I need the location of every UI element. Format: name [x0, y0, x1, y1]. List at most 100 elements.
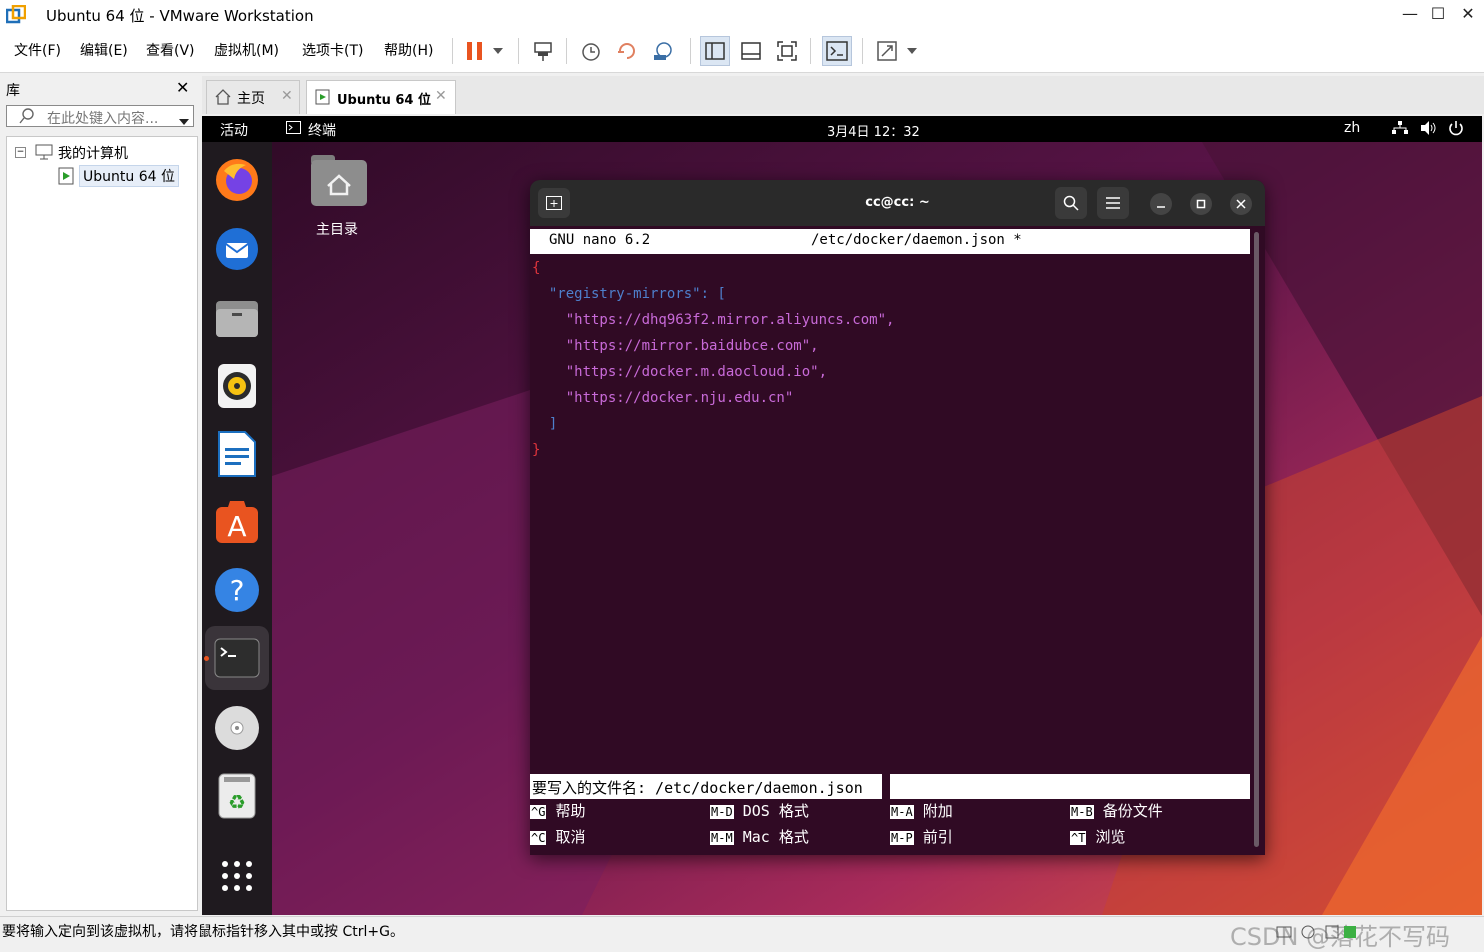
code-line: ] [532, 416, 558, 432]
code-line: "https://mirror.baidubce.com", [532, 338, 819, 354]
collapse-icon[interactable]: − [15, 147, 26, 158]
terminal-icon[interactable] [213, 634, 261, 682]
thunderbird-icon[interactable] [213, 225, 261, 273]
app-menu-label[interactable]: 终端 [308, 120, 336, 140]
power-icon[interactable] [1448, 120, 1464, 140]
nano-prompt-bar[interactable]: 要写入的文件名: /etc/docker/daemon.json [530, 774, 1250, 799]
menu-toolbar: 文件(F) 编辑(E) 查看(V) 虚拟机(M) 选项卡(T) 帮助(H) [0, 30, 1484, 73]
trash-icon[interactable]: ♻ [213, 772, 261, 820]
tree-item-my-computer[interactable]: 我的计算机 [58, 143, 128, 163]
tab-home-label: 主页 [237, 91, 265, 107]
tab-home[interactable]: 主页 ✕ [206, 80, 300, 114]
library-search-input[interactable]: 在此处键入内容... [6, 105, 194, 127]
menu-view[interactable]: 查看(V) [146, 40, 195, 60]
terminal-headerbar: cc@cc: ~ [530, 180, 1265, 226]
minimize-icon[interactable] [1150, 193, 1172, 215]
terminal-scrollbar[interactable] [1254, 232, 1259, 847]
tree-item-ubuntu[interactable]: Ubuntu 64 位 [79, 165, 179, 187]
pause-icon[interactable] [460, 36, 490, 66]
close-icon[interactable]: ✕ [435, 88, 447, 104]
code-line: "https://docker.m.daocloud.io", [532, 364, 828, 380]
show-library-icon[interactable] [700, 36, 730, 66]
library-tree: − 我的计算机 Ubuntu 64 位 [6, 136, 198, 911]
firefox-icon[interactable] [213, 156, 261, 204]
toolbar-separator [518, 38, 519, 64]
home-folder-label[interactable]: 主目录 [316, 219, 358, 239]
menu-help[interactable]: 帮助(H) [384, 40, 433, 60]
stretch-guest-icon[interactable] [872, 36, 902, 66]
nano-title-bar: GNU nano 6.2 /etc/docker/daemon.json * [530, 229, 1250, 254]
device-status-icons[interactable] [1276, 922, 1360, 944]
svg-text:♻: ♻ [228, 790, 246, 814]
menu-vm[interactable]: 虚拟机(M) [214, 40, 279, 60]
shortcut-prepend: M-P 前引 [890, 828, 953, 846]
shortcut-dos-format: M-D DOS 格式 [710, 802, 809, 820]
close-icon[interactable] [1230, 193, 1252, 215]
chevron-down-icon[interactable] [902, 36, 922, 66]
console-view-icon[interactable] [822, 36, 852, 66]
search-icon[interactable] [1055, 187, 1087, 219]
status-bar: 要将输入定向到该虚拟机，请将鼠标指针移入其中或按 Ctrl+G。 CSDN @落… [0, 916, 1484, 951]
chevron-down-icon[interactable] [179, 113, 189, 129]
home-folder-icon[interactable] [310, 154, 368, 212]
menu-tabs[interactable]: 选项卡(T) [302, 40, 363, 60]
maximize-icon[interactable] [1190, 193, 1212, 215]
help-icon[interactable]: ? [213, 566, 261, 614]
code-line: "registry-mirrors": [ [532, 286, 726, 302]
network-icon[interactable] [1392, 121, 1408, 139]
revert-snapshot-icon[interactable] [612, 36, 642, 66]
maximize-button[interactable]: ☐ [1422, 0, 1454, 30]
toolbar-separator [452, 38, 453, 64]
volume-icon[interactable] [1420, 121, 1438, 139]
code-line: } [532, 442, 541, 458]
gnome-top-bar: 活动 终端 3月4日 12：32 zh [202, 116, 1482, 142]
clock[interactable]: 3月4日 12：32 [827, 121, 920, 140]
optical-disc-icon[interactable] [213, 704, 261, 752]
vm-screen[interactable]: 活动 终端 3月4日 12：32 zh A ? ♻ 主目录 cc@cc: ~ G… [202, 116, 1482, 915]
shortcut-cancel: ^C 取消 [530, 828, 586, 846]
status-text: 要将输入定向到该虚拟机，请将鼠标指针移入其中或按 Ctrl+G。 [2, 924, 404, 940]
vmware-logo-icon [5, 4, 27, 25]
show-apps-icon[interactable] [213, 852, 261, 900]
close-icon[interactable]: ✕ [281, 88, 293, 104]
toolbar-separator [690, 38, 691, 64]
library-header [0, 76, 200, 102]
chevron-down-icon[interactable] [488, 36, 508, 66]
full-screen-icon[interactable] [772, 36, 802, 66]
computer-icon [35, 144, 53, 164]
code-line: "https://dhq963f2.mirror.aliyuncs.com", [532, 312, 895, 328]
search-placeholder: 在此处键入内容... [47, 111, 159, 127]
snapshot-icon[interactable] [576, 36, 606, 66]
ubuntu-dock: A ? ♻ [202, 142, 272, 915]
library-title: 库 [6, 83, 20, 99]
toolbar-separator [862, 38, 863, 64]
hamburger-menu-icon[interactable] [1097, 187, 1129, 219]
tab-ubuntu[interactable]: Ubuntu 64 位 ✕ [306, 80, 456, 114]
files-icon[interactable] [213, 294, 261, 342]
snapshot-manager-icon[interactable] [648, 36, 678, 66]
libreoffice-writer-icon[interactable] [213, 430, 261, 478]
rhythmbox-icon[interactable] [213, 362, 261, 410]
tab-ubuntu-label: Ubuntu 64 位 [337, 93, 431, 108]
close-button[interactable]: ✕ [1452, 0, 1484, 30]
toolbar-separator [566, 38, 567, 64]
running-indicator [204, 656, 209, 661]
menu-file[interactable]: 文件(F) [14, 40, 61, 60]
nano-editor-area[interactable]: { "registry-mirrors": [ "https://dhq963f… [530, 260, 1250, 760]
app-center-icon[interactable]: A [213, 498, 261, 546]
thumbnail-bar-icon[interactable] [736, 36, 766, 66]
shortcut-help: ^G 帮助 [530, 802, 586, 820]
input-method-indicator[interactable]: zh [1344, 120, 1360, 136]
nano-shortcut-bar: ^G 帮助 M-D DOS 格式 M-A 附加 M-B 备份文件 ^C 取消 M… [530, 800, 1250, 852]
menu-edit[interactable]: 编辑(E) [80, 40, 128, 60]
nano-cursor [882, 774, 890, 799]
shortcut-backup: M-B 备份文件 [1070, 802, 1163, 820]
toolbar-separator [810, 38, 811, 64]
activities-button[interactable]: 活动 [220, 120, 248, 140]
send-ctrl-alt-del-icon[interactable] [528, 36, 558, 66]
close-icon[interactable]: ✕ [176, 78, 189, 97]
terminal-window[interactable]: cc@cc: ~ GNU nano 6.2 /etc/docker/daemon… [530, 180, 1265, 855]
shortcut-mac-format: M-M Mac 格式 [710, 828, 809, 846]
nano-filename-prompt[interactable]: 要写入的文件名: /etc/docker/daemon.json [532, 777, 863, 798]
vm-icon [315, 89, 331, 109]
